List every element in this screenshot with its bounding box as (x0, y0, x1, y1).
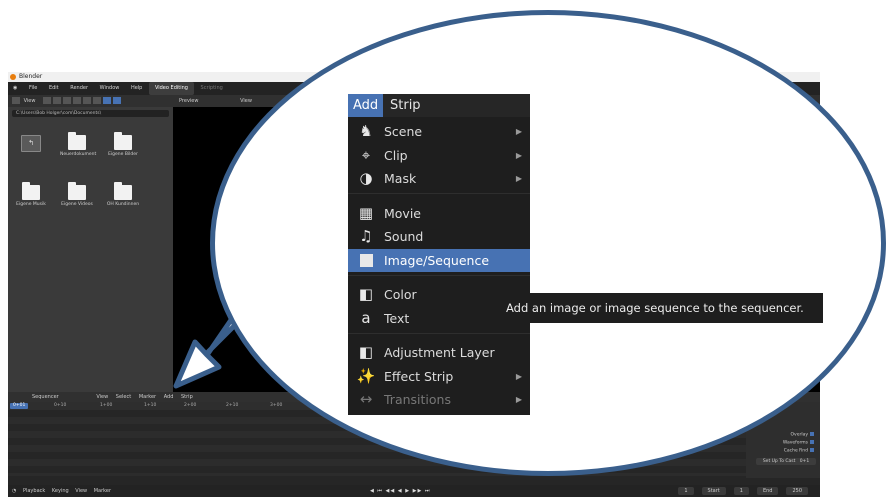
clip-icon: ⌖ (361, 146, 371, 164)
menu-item-sound[interactable]: ♫ Sound (348, 225, 530, 248)
menu-item-effect-strip[interactable]: ✨ Effect Strip ▶ (348, 365, 530, 388)
menu-item-image-sequence[interactable]: Image/Sequence (348, 249, 530, 272)
menu-item-mask[interactable]: ◑ Mask ▶ (348, 167, 530, 190)
menu-header: Add Strip (348, 94, 530, 117)
menu-separator (348, 333, 530, 334)
submenu-arrow-icon: ▶ (515, 372, 522, 381)
sound-icon: ♫ (359, 227, 373, 245)
menu-item-scene[interactable]: ♞ Scene ▶ (348, 120, 530, 143)
image-icon (356, 249, 376, 272)
menu-tab-add[interactable]: Add (348, 94, 384, 117)
adjustment-layer-icon: ◧ (358, 343, 374, 361)
mask-icon: ◑ (359, 169, 373, 187)
text-icon: a (361, 309, 371, 327)
menu-item-adjustment-layer[interactable]: ◧ Adjustment Layer (348, 341, 530, 364)
menu-separator (348, 275, 530, 276)
transitions-icon: ↔ (359, 390, 373, 408)
color-icon: ◧ (358, 285, 374, 303)
effect-strip-icon: ✨ (356, 367, 376, 385)
menu-item-clip[interactable]: ⌖ Clip ▶ (348, 144, 530, 167)
submenu-arrow-icon: ▶ (515, 127, 522, 136)
menu-tab-strip[interactable]: Strip (385, 94, 426, 117)
menu-item-transitions: ↔ Transitions ▶ (348, 388, 530, 411)
scene-icon: ♞ (359, 122, 373, 140)
menu-separator (348, 193, 530, 194)
menu-item-movie[interactable]: ▦ Movie (348, 202, 530, 225)
submenu-arrow-icon: ▶ (515, 395, 522, 404)
tooltip: Add an image or image sequence to the se… (501, 293, 823, 323)
submenu-arrow-icon: ▶ (515, 151, 522, 160)
submenu-arrow-icon: ▶ (515, 174, 522, 183)
add-menu-popup: Add Strip ♞ Scene ▶ ⌖ Clip ▶ ◑ Mask ▶ ▦ … (348, 94, 530, 415)
magnifier-ellipse: Add Strip ♞ Scene ▶ ⌖ Clip ▶ ◑ Mask ▶ ▦ … (210, 10, 886, 476)
movie-icon: ▦ (358, 204, 374, 222)
